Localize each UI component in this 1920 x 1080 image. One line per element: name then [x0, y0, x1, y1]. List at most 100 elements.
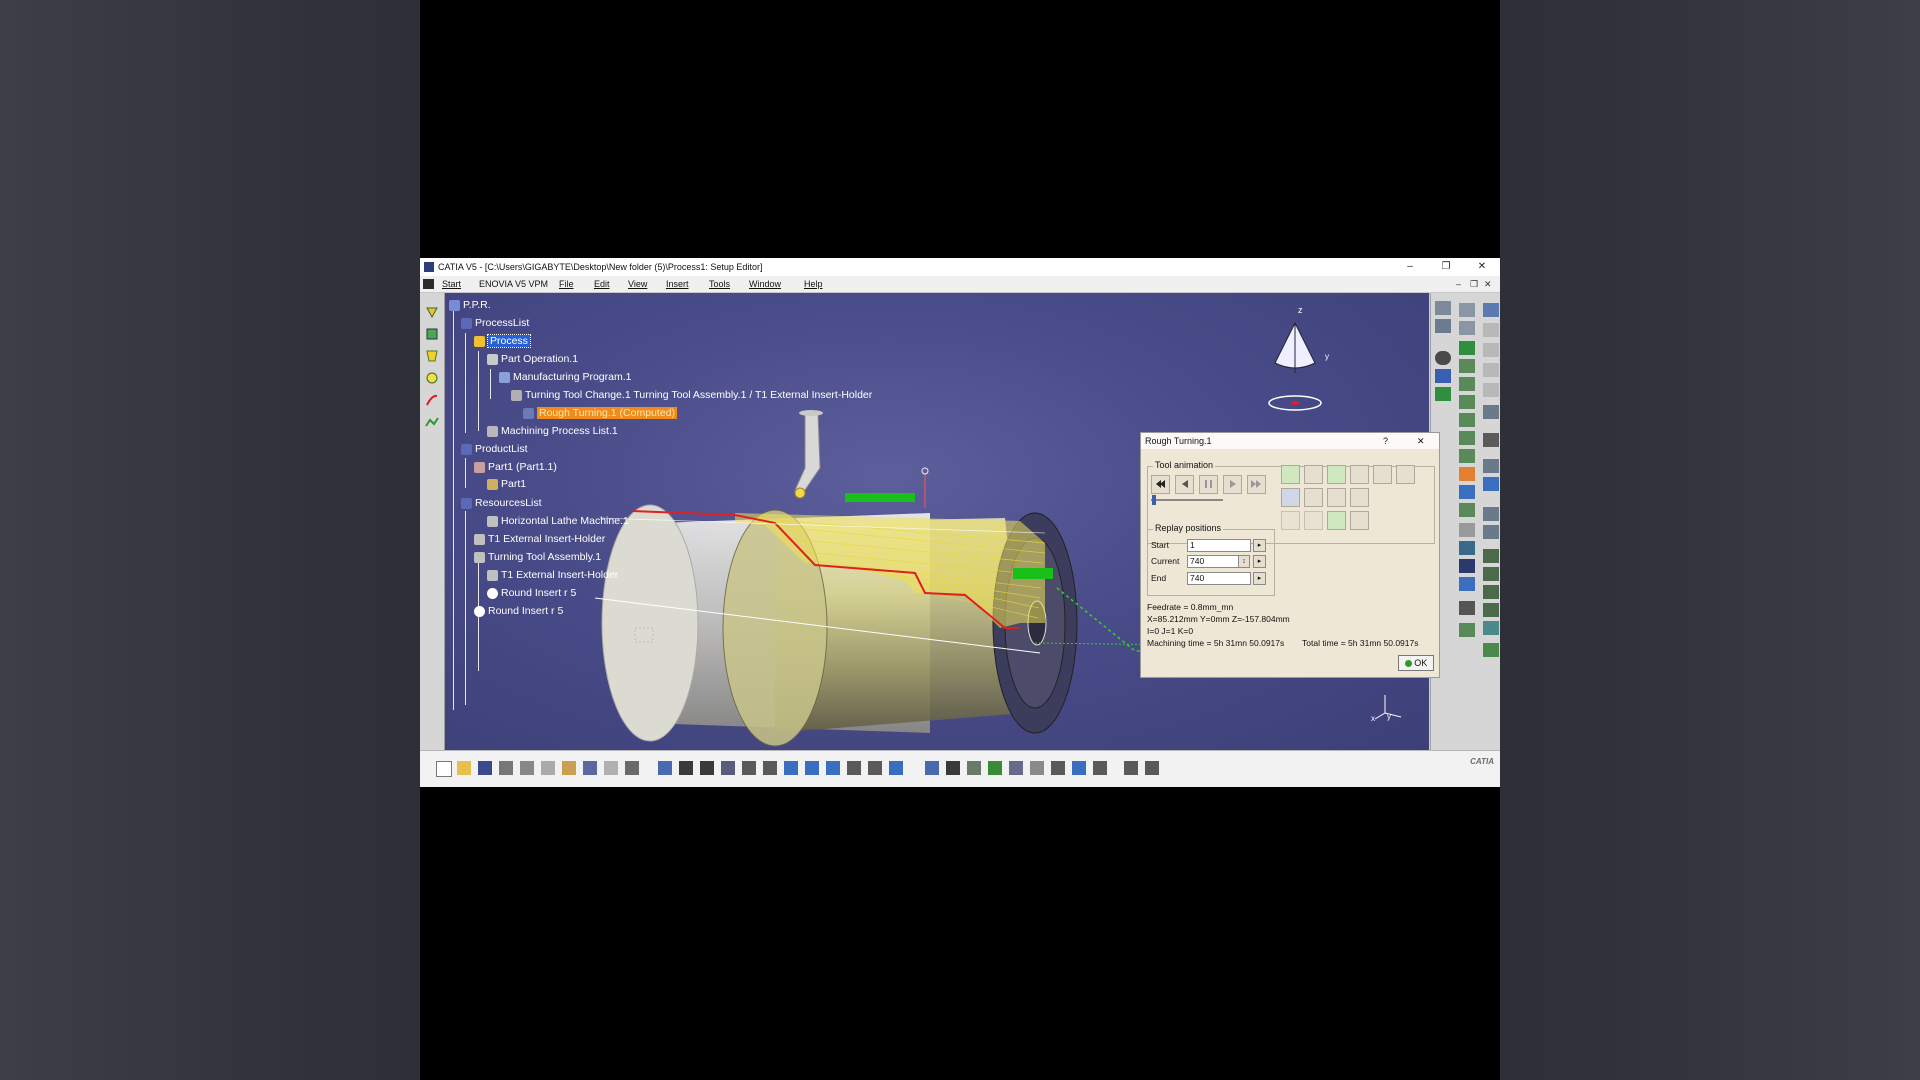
hide-show-icon[interactable] [868, 761, 882, 775]
machine-editor-icon[interactable] [1435, 369, 1451, 383]
machine-rotation-icon[interactable] [1483, 585, 1499, 599]
collision-button[interactable] [1327, 511, 1346, 530]
zoom-out-icon[interactable] [763, 761, 777, 775]
copy-transform-icon[interactable] [1459, 541, 1475, 555]
display-mode-button[interactable] [1350, 465, 1369, 484]
mode-button[interactable] [1281, 511, 1300, 530]
end-field[interactable]: 740 [1187, 572, 1251, 585]
profile-finish-icon[interactable] [1459, 341, 1475, 355]
ok-button[interactable]: OK [1398, 655, 1434, 671]
tree-node-round-insert[interactable]: Round Insert r 5 [474, 604, 563, 618]
start-pick-button[interactable]: ▸ [1253, 539, 1266, 552]
tree-node-tool-change[interactable]: Turning Tool Change.1 Turning Tool Assem… [511, 388, 872, 402]
swap-space-icon[interactable] [889, 761, 903, 775]
report-icon[interactable] [1483, 621, 1499, 635]
menu-edit[interactable]: Edit [594, 276, 610, 292]
tree-node-productlist[interactable]: ProductList [461, 442, 528, 456]
iso-view-icon[interactable] [826, 761, 840, 775]
gear-icon[interactable] [1483, 549, 1499, 563]
video-mode-button[interactable] [1281, 488, 1300, 507]
start-field[interactable]: 1 [1187, 539, 1251, 552]
print-icon[interactable] [499, 761, 513, 775]
part-operation-icon[interactable] [425, 327, 439, 341]
rotate-icon[interactable] [1483, 405, 1499, 419]
fly-mode-icon[interactable] [658, 761, 672, 775]
roughing-icon[interactable] [1435, 319, 1451, 333]
whats-this-icon[interactable] [625, 761, 639, 775]
measure-icon[interactable] [1483, 507, 1499, 521]
step-forward-button[interactable] [1223, 475, 1242, 494]
tool-icon[interactable] [1435, 351, 1451, 365]
branch-icon[interactable] [1483, 643, 1499, 657]
scissors-icon[interactable] [1030, 761, 1044, 775]
multi-view-icon[interactable] [805, 761, 819, 775]
shading-icon[interactable] [847, 761, 861, 775]
tree-node-insert-holder[interactable]: T1 External Insert-Holder [474, 532, 605, 546]
chart-icon[interactable] [1093, 761, 1107, 775]
point-icon[interactable] [1459, 601, 1475, 615]
pause-button[interactable] [1199, 475, 1218, 494]
machine-icon[interactable] [425, 371, 439, 385]
feature-icon[interactable] [1459, 467, 1475, 481]
tree-node-tool-assembly[interactable]: Turning Tool Assembly.1 [474, 550, 601, 564]
tree-node-manufacturing-program[interactable]: Manufacturing Program.1 [499, 370, 631, 384]
minimize-button[interactable]: – [1392, 258, 1428, 276]
list-icon[interactable] [1483, 477, 1499, 491]
tree-node-processlist[interactable]: ProcessList [461, 316, 529, 330]
display-toolpath-button[interactable] [1281, 465, 1300, 484]
display-options-button[interactable] [1396, 465, 1415, 484]
split-icon[interactable] [1145, 761, 1159, 775]
shield-icon[interactable] [988, 761, 1002, 775]
rotate-view-icon[interactable] [721, 761, 735, 775]
paste-icon[interactable] [562, 761, 576, 775]
menu-window[interactable]: Window [749, 276, 781, 292]
current-field[interactable]: 740 [1187, 555, 1239, 568]
tree-node-assembly-insert-holder[interactable]: T1 External Insert-Holder [487, 568, 618, 582]
tree-node-lathe-machine[interactable]: Horizontal Lathe Machine.1 [487, 514, 629, 528]
nc-output-icon[interactable] [1459, 485, 1475, 499]
bold-text-icon[interactable] [1459, 559, 1475, 573]
tree-node-assembly-round-insert[interactable]: Round Insert r 5 [487, 586, 576, 600]
restore-button[interactable]: ❐ [1428, 258, 1464, 276]
tree-node-process[interactable]: Process [474, 334, 531, 349]
save-video-button[interactable] [1304, 488, 1323, 507]
process-tool-icon[interactable] [425, 305, 439, 319]
recess-turning-icon[interactable] [1459, 377, 1475, 391]
document-icon[interactable] [1459, 523, 1475, 537]
dots-icon[interactable] [1483, 525, 1499, 539]
photo-button[interactable] [1327, 488, 1346, 507]
catalog-icon[interactable] [925, 761, 939, 775]
toolpath-icon[interactable] [425, 415, 439, 429]
save-icon[interactable] [478, 761, 492, 775]
curve-tool-icon[interactable] [425, 393, 439, 407]
menu-view[interactable]: View [628, 276, 647, 292]
end-pick-button[interactable]: ▸ [1253, 572, 1266, 585]
stock-icon[interactable] [1483, 303, 1499, 317]
mdi-close-button[interactable]: ✕ [1484, 276, 1492, 292]
measure-between-icon[interactable] [1072, 761, 1086, 775]
copy-icon[interactable] [541, 761, 555, 775]
update-icon[interactable] [1483, 459, 1499, 473]
normal-view-icon[interactable] [784, 761, 798, 775]
sphere-icon[interactable] [1459, 577, 1475, 591]
tools-icon[interactable] [1009, 761, 1023, 775]
dialog-help-button[interactable]: ? [1383, 433, 1388, 449]
arrows-icon[interactable] [1124, 761, 1138, 775]
zoom-in-icon[interactable] [742, 761, 756, 775]
rewind-button[interactable] [1151, 475, 1170, 494]
display-tool-button[interactable] [1304, 465, 1323, 484]
axis-system-icon[interactable] [1459, 623, 1475, 637]
tree-node-resourceslist[interactable]: ResourcesList [461, 496, 542, 510]
ramp-turning-icon[interactable] [1459, 395, 1475, 409]
dialog-close-button[interactable]: ✕ [1417, 433, 1425, 449]
sequential-op-icon[interactable] [1459, 303, 1475, 317]
menu-file[interactable]: File [559, 276, 574, 292]
undo-icon[interactable] [583, 761, 597, 775]
menu-start[interactable]: Start [442, 276, 461, 292]
display-color-button[interactable] [1373, 465, 1392, 484]
pan-icon[interactable] [700, 761, 714, 775]
open-icon[interactable] [457, 761, 471, 775]
cut-icon[interactable] [520, 761, 534, 775]
fast-forward-button[interactable] [1247, 475, 1266, 494]
menu-tools[interactable]: Tools [709, 276, 730, 292]
